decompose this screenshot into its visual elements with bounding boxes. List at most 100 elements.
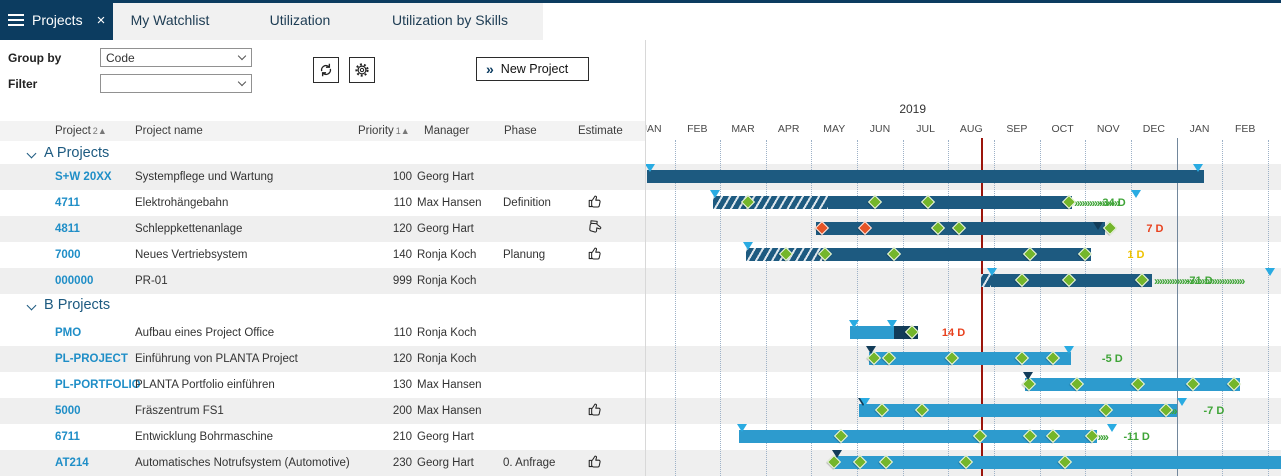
project-code-link[interactable]: S+W 20XX [55, 171, 112, 183]
manager-name: Georg Hart [417, 457, 474, 469]
chevron-down-icon [27, 149, 37, 159]
schedule-marker-triangle[interactable] [987, 268, 997, 276]
priority-value: 110 [358, 197, 412, 209]
thumbs-up-icon [588, 194, 603, 212]
schedule-marker-triangle[interactable] [710, 190, 720, 198]
project-code-link[interactable]: 4711 [55, 197, 80, 209]
project-name: Entwicklung Bohrmaschine [135, 431, 273, 443]
priority-value: 999 [358, 275, 412, 287]
table-row-7000[interactable]: 7000Neues Vertriebsystem140Ronja KochPla… [0, 242, 645, 268]
schedule-marker-triangle[interactable] [887, 320, 897, 328]
project-code-link[interactable]: 5000 [55, 405, 81, 417]
gantt-row-pmo: 14 D [646, 320, 1281, 346]
filter-label: Filter [8, 77, 37, 91]
priority-value: 120 [358, 223, 412, 235]
delay-label: -11 D [1124, 431, 1150, 443]
priority-value: 140 [358, 249, 412, 261]
gantt-bar[interactable] [859, 404, 1177, 417]
milestone-diamond[interactable] [1103, 221, 1117, 235]
tab-projects-label: Projects [32, 12, 83, 28]
schedule-marker-triangle[interactable] [1064, 346, 1074, 354]
schedule-marker-triangle[interactable] [737, 424, 747, 432]
column-header-project-name[interactable]: Project name [135, 125, 203, 137]
table-row-5000[interactable]: 5000Fräszentrum FS1200Max Hansen [0, 398, 645, 424]
new-project-label: New Project [501, 62, 568, 76]
gantt-row-6711: ››››-11 D [646, 424, 1281, 450]
table-row-pl-project[interactable]: PL-PROJECTEinführung von PLANTA Project1… [0, 346, 645, 372]
new-project-button[interactable]: » New Project [476, 57, 589, 81]
chevron-down-icon [238, 52, 246, 60]
manager-name: Ronja Koch [417, 327, 476, 339]
schedule-marker-triangle[interactable] [860, 398, 870, 406]
manager-name: Max Hansen [417, 379, 482, 391]
chevron-down-icon [27, 301, 37, 311]
gantt-bar[interactable] [869, 352, 1072, 365]
schedule-marker-triangle[interactable] [832, 450, 842, 458]
table-header: Project2▲ Project name Priority1▲ Manage… [0, 121, 645, 141]
tab-utilization-by-skills[interactable]: Utilization by Skills [385, 0, 515, 40]
column-header-project[interactable]: Project2▲ [55, 125, 107, 137]
project-code-link[interactable]: 4811 [55, 223, 80, 235]
schedule-marker-triangle[interactable] [1093, 222, 1103, 230]
project-code-link[interactable]: 6711 [55, 431, 80, 443]
project-name: PLANTA Portfolio einführen [135, 379, 275, 391]
schedule-marker-triangle[interactable] [1265, 268, 1275, 276]
gantt-row-pl-project: -5 D [646, 346, 1281, 372]
project-code-link[interactable]: 7000 [55, 249, 81, 261]
column-header-estimate[interactable]: Estimate [578, 125, 623, 137]
manager-name: Max Hansen [417, 197, 482, 209]
gantt-chart: 2019 JANFEBMARAPRMAYJUNJULAUGSEPOCTNOVDE… [645, 40, 1281, 476]
sort-indicator: 1▲ [396, 126, 410, 136]
table-row-s-w-20xx[interactable]: S+W 20XXSystempflege und Wartung100Georg… [0, 164, 645, 190]
project-code-link[interactable]: PL-PORTFOLIO [55, 379, 141, 391]
group-header-a-projects[interactable]: A Projects [0, 142, 645, 164]
tab-bar: Projects × My Watchlist Utilization Util… [0, 0, 1281, 40]
table-row-6711[interactable]: 6711Entwicklung Bohrmaschine210Georg Har… [0, 424, 645, 450]
project-name: Schleppkettenanlage [135, 223, 242, 235]
column-header-phase[interactable]: Phase [504, 125, 537, 137]
gantt-row-at214 [646, 450, 1281, 476]
gantt-row-4711: ››››››››››››››››››-34 D [646, 190, 1281, 216]
schedule-marker-triangle[interactable] [1107, 424, 1117, 432]
schedule-marker-triangle[interactable] [1131, 190, 1141, 198]
group-header-b-projects[interactable]: B Projects [0, 294, 645, 320]
filter-select[interactable] [100, 74, 252, 93]
gantt-row-5000: ›››-7 D [646, 398, 1281, 424]
schedule-marker-triangle[interactable] [866, 346, 876, 354]
group-by-select[interactable]: Code [100, 48, 252, 67]
menu-icon[interactable] [8, 14, 24, 26]
sort-indicator: 2▲ [93, 126, 107, 136]
gantt-bar[interactable] [739, 430, 1098, 443]
column-header-manager[interactable]: Manager [424, 125, 469, 137]
gear-icon [353, 61, 371, 79]
table-row-4811[interactable]: 4811Schleppkettenanlage120Georg Hart [0, 216, 645, 242]
schedule-marker-triangle[interactable] [1177, 398, 1187, 406]
schedule-marker-triangle[interactable] [1023, 372, 1033, 380]
gantt-bar[interactable] [647, 170, 1204, 183]
schedule-marker-triangle[interactable] [849, 320, 859, 328]
gantt-bar[interactable] [833, 456, 1281, 469]
group-by-value: Code [106, 51, 135, 65]
close-icon[interactable]: × [97, 13, 106, 28]
project-code-link[interactable]: PMO [55, 327, 81, 339]
table-row-pmo[interactable]: PMOAufbau eines Project Office110Ronja K… [0, 320, 645, 346]
column-header-priority[interactable]: Priority1▲ [358, 125, 410, 137]
tab-my-watchlist[interactable]: My Watchlist [122, 0, 218, 40]
schedule-marker-triangle[interactable] [645, 164, 655, 172]
tab-utilization[interactable]: Utilization [255, 0, 345, 40]
refresh-button[interactable] [313, 57, 339, 83]
project-code-link[interactable]: PL-PROJECT [55, 353, 128, 365]
project-code-link[interactable]: AT214 [55, 457, 89, 469]
schedule-marker-triangle[interactable] [1193, 164, 1203, 172]
table-row-at214[interactable]: AT214Automatisches Notrufsystem (Automot… [0, 450, 645, 476]
project-code-link[interactable]: 000000 [55, 275, 93, 287]
table-row-000000[interactable]: 000000PR-01999Ronja Koch [0, 268, 645, 294]
table-row-4711[interactable]: 4711Elektrohängebahn110Max HansenDefinit… [0, 190, 645, 216]
tab-projects[interactable]: Projects × [0, 0, 113, 40]
project-name: Systempflege und Wartung [135, 171, 273, 183]
settings-button[interactable] [349, 57, 375, 83]
gantt-row-pl-portfolio [646, 372, 1281, 398]
manager-name: Ronja Koch [417, 353, 476, 365]
schedule-marker-triangle[interactable] [743, 242, 753, 250]
table-row-pl-portfolio[interactable]: PL-PORTFOLIOPLANTA Portfolio einführen13… [0, 372, 645, 398]
